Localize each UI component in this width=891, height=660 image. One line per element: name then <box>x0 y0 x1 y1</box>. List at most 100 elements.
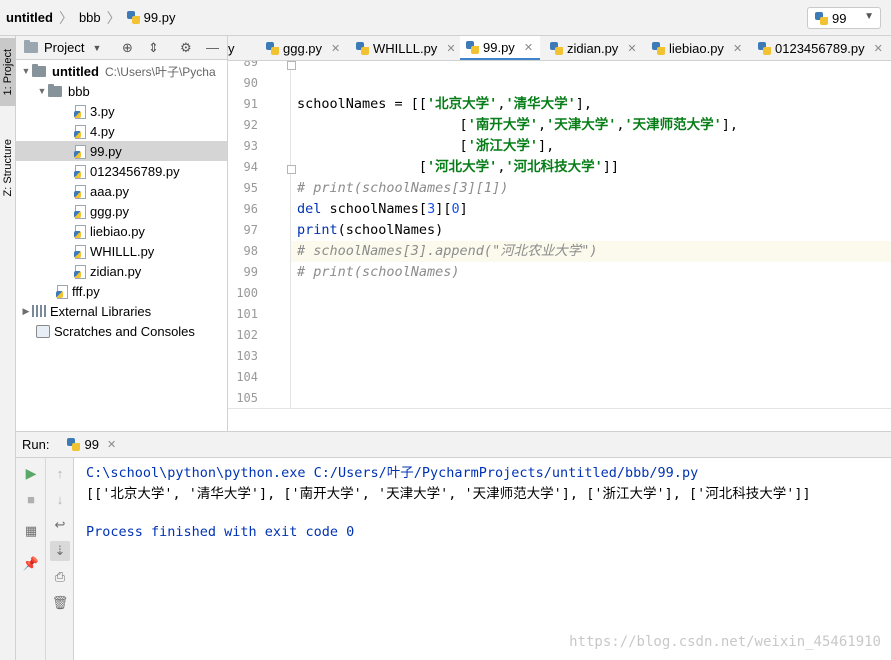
tree-file-label: fff.py <box>72 283 100 299</box>
run-configuration-select[interactable]: 99 ▼ <box>807 7 881 29</box>
project-toolbar: Project ▼ ⊕ ⇕ ⚙ — <box>16 36 227 60</box>
close-icon[interactable]: ✕ <box>107 438 116 451</box>
console-line-command: C:\school\python\python.exe C:/Users/叶子/… <box>86 465 699 481</box>
code-token: ], <box>537 138 555 154</box>
expanded-arrow-icon[interactable]: ▼ <box>20 66 32 76</box>
tree-folder-bbb[interactable]: ▼ bbb <box>16 81 227 101</box>
tree-file[interactable]: 0123456789.py <box>16 161 227 181</box>
breadcrumb: untitled 〉 bbb 〉 99.py <box>6 8 175 28</box>
tree-file-label: ggg.py <box>90 203 130 219</box>
tree-file-label: 3.py <box>90 103 115 119</box>
run-toolbar-primary: ▶ ■ ▦ 📌 <box>16 458 46 660</box>
layout-icon[interactable]: ▦ <box>21 521 41 541</box>
code-line: ['河北大学','河北科技大学']] <box>297 157 619 178</box>
expanded-arrow-icon[interactable]: ▼ <box>36 86 48 96</box>
line-number: 99 <box>243 265 258 279</box>
python-file-icon <box>74 124 86 139</box>
run-panel-label: Run: <box>22 437 50 452</box>
trash-icon[interactable]: 🗑 <box>50 593 70 613</box>
code-string: '浙江大学' <box>467 138 538 154</box>
run-tab[interactable]: 99 ✕ <box>67 437 116 452</box>
tree-file[interactable]: 4.py <box>16 121 227 141</box>
tree-file-label: liebiao.py <box>90 223 145 239</box>
tree-file[interactable]: fff.py <box>16 281 227 301</box>
minimize-icon[interactable]: — <box>206 40 219 55</box>
run-panel-header: Run: 99 ✕ <box>16 431 891 458</box>
editor-tab-bar: y ggg.py ✕ WHILLL.py ✕ 99.py ✕ zidian.py… <box>228 36 891 61</box>
editor-tab[interactable]: ggg.py ✕ <box>260 36 340 60</box>
tree-file-selected[interactable]: 99.py <box>16 141 227 161</box>
fold-marker-icon[interactable] <box>287 61 296 70</box>
breadcrumb-folder[interactable]: bbb <box>79 10 101 25</box>
collapsed-arrow-icon[interactable]: ▶ <box>20 306 32 317</box>
run-console[interactable]: C:\school\python\python.exe C:/Users/叶子/… <box>74 458 891 660</box>
structure-tool-tab-label: Z: Structure <box>2 139 14 197</box>
code-token: (schoolNames) <box>337 222 444 238</box>
tree-external-libraries[interactable]: ▶ External Libraries <box>16 301 227 321</box>
soft-wrap-icon[interactable]: ↩ <box>50 515 70 535</box>
code-editor[interactable]: 89 90 91 92 93 94 95 96 97 98 99 100 101… <box>228 61 891 408</box>
tree-file[interactable]: WHILLL.py <box>16 241 227 261</box>
line-number: 105 <box>236 391 258 405</box>
breadcrumb-file[interactable]: 99.py <box>144 10 176 25</box>
line-number: 97 <box>243 223 258 237</box>
pin-icon[interactable]: 📌 <box>21 554 41 574</box>
code-string: '天津师范大学' <box>624 117 722 133</box>
locate-icon[interactable]: ⊕ <box>122 40 133 56</box>
breadcrumb-project[interactable]: untitled <box>6 10 53 25</box>
arrow-down-icon[interactable]: ↓ <box>50 489 70 509</box>
code-line: schoolNames = [['北京大学','清华大学'], <box>297 94 592 115</box>
tree-file[interactable]: aaa.py <box>16 181 227 201</box>
tree-file[interactable]: zidian.py <box>16 261 227 281</box>
editor-tab[interactable]: liebiao.py ✕ <box>646 36 742 60</box>
project-view-select[interactable]: Project <box>44 40 84 55</box>
structure-tool-tab[interactable]: Z: Structure <box>0 128 16 208</box>
line-number: 93 <box>243 139 258 153</box>
editor-tab-label: zidian.py <box>567 41 619 56</box>
close-icon[interactable]: ✕ <box>446 42 455 55</box>
editor-tab-active[interactable]: 99.py ✕ <box>460 36 540 60</box>
python-file-icon <box>74 144 86 159</box>
tree-file-label: WHILLL.py <box>90 243 155 259</box>
line-number: 101 <box>236 307 258 321</box>
project-tool-tab[interactable]: 1: Project <box>0 38 16 106</box>
editor-tab[interactable]: y <box>228 36 235 60</box>
code-token: ], <box>721 117 739 133</box>
tree-scratches[interactable]: Scratches and Consoles <box>16 321 227 341</box>
editor-tab[interactable]: WHILLL.py ✕ <box>350 36 456 60</box>
code-string: '河北科技大学' <box>505 159 603 175</box>
scroll-to-end-icon[interactable]: ⇣ <box>50 541 70 561</box>
close-icon[interactable]: ✕ <box>331 42 340 55</box>
close-icon[interactable]: ✕ <box>733 42 742 55</box>
line-number: 90 <box>243 76 258 90</box>
stop-icon[interactable]: ■ <box>21 489 41 509</box>
code-comment-line: # schoolNames[3].append("河北农业大学") <box>297 243 598 259</box>
close-icon[interactable]: ✕ <box>627 42 636 55</box>
close-icon[interactable]: ✕ <box>874 42 883 55</box>
editor-tab-label: ggg.py <box>283 41 323 56</box>
close-icon[interactable]: ✕ <box>524 41 533 54</box>
console-line-exit: Process finished with exit code 0 <box>86 524 355 540</box>
arrow-up-icon[interactable]: ↑ <box>50 463 70 483</box>
editor-tab[interactable]: 0123456789.py ✕ <box>752 36 883 60</box>
python-file-icon <box>74 104 86 119</box>
chevron-right-icon: 〉 <box>106 9 121 26</box>
code-token: ] <box>459 201 468 217</box>
chevron-down-icon[interactable]: ▼ <box>92 43 101 53</box>
rerun-icon[interactable]: ▶ <box>21 463 41 483</box>
gear-icon[interactable]: ⚙ <box>180 40 192 56</box>
code-token: [ <box>297 138 468 154</box>
print-icon[interactable]: ⎙ <box>50 567 70 587</box>
code-string: '南开大学' <box>467 117 538 133</box>
chevron-right-icon: 〉 <box>58 9 73 26</box>
fold-marker-icon[interactable] <box>287 165 296 174</box>
folder-icon <box>48 83 62 97</box>
tree-root[interactable]: ▼ untitled C:\Users\叶子\Pycha <box>16 61 227 81</box>
code-line: del schoolNames[3][0] <box>297 199 468 220</box>
tree-file[interactable]: liebiao.py <box>16 221 227 241</box>
collapse-all-icon[interactable]: ⇕ <box>148 40 159 56</box>
tree-file[interactable]: ggg.py <box>16 201 227 221</box>
code-token: [ <box>297 159 428 175</box>
tree-file[interactable]: 3.py <box>16 101 227 121</box>
editor-tab[interactable]: zidian.py ✕ <box>544 36 637 60</box>
